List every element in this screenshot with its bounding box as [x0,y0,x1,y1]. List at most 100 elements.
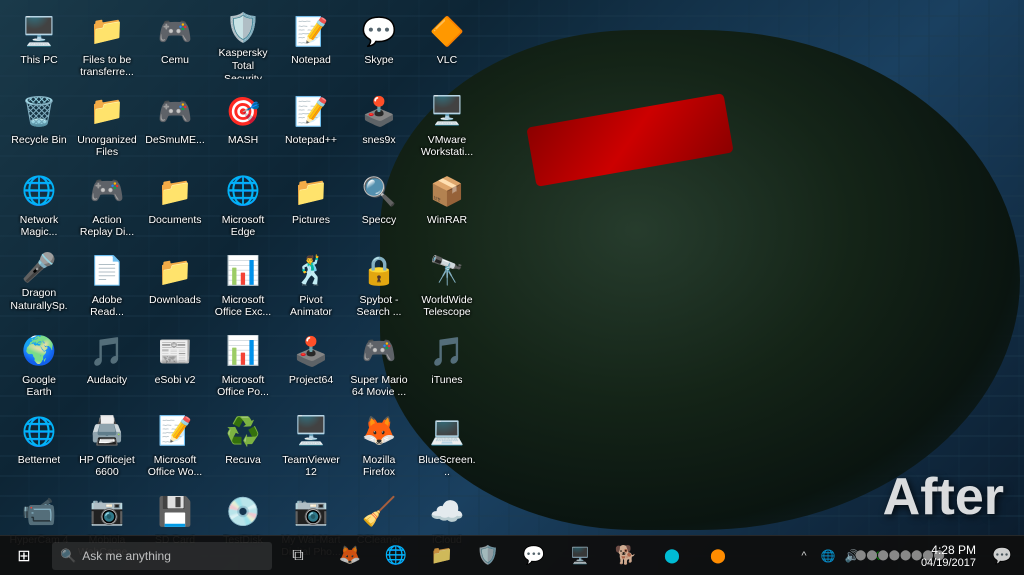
teamviewer-icon: 🖥️ [291,411,331,451]
desktop-icon-hp-officejet[interactable]: 🖨️HP Officejet 6600 [73,405,141,485]
speccy-icon: 🔍 [359,171,399,211]
desktop-icon-bluescreen[interactable]: 💻BlueScreen... [413,405,481,485]
desktop-icon-vmware[interactable]: 🖥️ VMware Workstati... [413,85,481,165]
taskbar-clock[interactable]: 4:28 PM 04/19/2017 [913,536,984,575]
desktop-icon-recuva[interactable]: ♻️Recuva [209,405,277,485]
desktop-icon-pivot-animator[interactable]: 🕺Pivot Animator [277,245,345,325]
google-earth-label: Google Earth [9,374,69,399]
taskbar-firefox[interactable]: 🦊 [328,536,372,575]
desktop-icon-speccy[interactable]: 🔍Speccy [345,165,413,245]
pictures-label: Pictures [292,214,330,227]
desktop-icon-mash[interactable]: 🎯MASH [209,85,277,165]
desktop-icon-vlc[interactable]: 🔶VLC [413,5,481,85]
network-magic-icon: 🌐 [19,171,59,211]
desktop-icon-dragon[interactable]: 🎤Dragon NaturallySp... [5,245,73,325]
desktop-icon-ms-office-wo[interactable]: 📝 Microsoft Office Wo... [141,405,209,485]
downloads-icon: 📁 [155,251,195,291]
ms-office-wo-icon: 📝 [155,411,195,451]
desktop-icon-this-pc[interactable]: 🖥️This PC [5,5,73,85]
project64-label: Project64 [289,374,333,387]
taskbar-mail[interactable]: 🐕 [604,536,648,575]
notification-center[interactable]: 💬 [986,536,1018,575]
desktop-icon-audacity[interactable]: 🎵 Audacity [73,325,141,405]
desktop-icon-project64[interactable]: 🕹️ Project64 [277,325,345,405]
taskbar: ⊞ 🔍 Ask me anything ⧉ 🦊 🌐 📁 🛡️ 💬 🖥️ 🐕 ⬤ … [0,535,1024,575]
desktop-icon-desmume[interactable]: 🎮DeSmuME... [141,85,209,165]
desktop-icon-documents[interactable]: 📁Documents [141,165,209,245]
vmware-label: VMware Workstati... [417,134,477,159]
task-view-button[interactable]: ⧉ [276,536,320,575]
desktop-icon-winrar[interactable]: 📦WinRAR [413,165,481,245]
desktop-icon-ms-office-po[interactable]: 📊Microsoft Office Po... [209,325,277,405]
desktop-icon-skype[interactable]: 💬Skype [345,5,413,85]
desktop-icon-worldwide-telescope[interactable]: 🔭WorldWide Telescope [413,245,481,325]
desktop-icon-teamviewer[interactable]: 🖥️ TeamViewer 12 [277,405,345,485]
windows-icon: ⊞ [17,546,30,566]
desktop-icons: 🖥️This PC📁Files to be transferre...🎮Cemu… [5,5,481,575]
vmware-icon: 🖥️ [427,91,467,131]
this-pc-label: This PC [20,54,57,67]
desktop-icon-super-mario[interactable]: 🎮Super Mario 64 Movie ... [345,325,413,405]
desktop-icon-recycle-bin[interactable]: 🗑️Recycle Bin [5,85,73,165]
desmume-label: DeSmuME... [145,134,205,147]
taskbar-pinned-items: 🦊 🌐 📁 🛡️ 💬 🖥️ 🐕 ⬤ ⬤ [328,536,740,575]
taskbar-teamviewer[interactable]: 🖥️ [558,536,602,575]
desktop-icon-itunes[interactable]: 🎵iTunes [413,325,481,405]
search-bar[interactable]: 🔍 Ask me anything [52,542,272,570]
desktop-icon-notepad[interactable]: 📝Notepad [277,5,345,85]
notepadpp-icon: 📝 [291,91,331,131]
desktop-icon-betternet[interactable]: 🌐Betternet [5,405,73,485]
desktop-icon-cemu[interactable]: 🎮Cemu [141,5,209,85]
ms-office-wo-label: Microsoft Office Wo... [145,454,205,479]
search-icon: 🔍 [60,548,76,564]
taskbar-extra1[interactable]: ⬤ [650,536,694,575]
adobe-read-label: Adobe Read... [77,294,137,319]
network-magic-label: Network Magic... [9,214,69,239]
downloads-label: Downloads [149,294,201,307]
ccleaner-icon: 🧹 [359,491,399,531]
taskbar-edge[interactable]: 🌐 [374,536,418,575]
desktop-icon-network-magic[interactable]: 🌐 Network Magic... [5,165,73,245]
recycle-bin-icon: 🗑️ [19,91,59,131]
tray-chevron[interactable]: ^ [793,537,815,575]
mash-label: MASH [228,134,258,147]
dragon-label: Dragon NaturallySp... [9,287,69,319]
audacity-icon: 🎵 [87,331,127,371]
desktop-icon-spybot[interactable]: 🔒Spybot - Search ... [345,245,413,325]
audacity-label: Audacity [87,374,127,387]
desktop-icon-google-earth[interactable]: 🌍Google Earth [5,325,73,405]
action-replay-label: Action Replay Di... [77,214,137,239]
taskbar-extra2[interactable]: ⬤ [696,536,740,575]
start-button[interactable]: ⊞ [0,536,48,575]
teamviewer-label: TeamViewer 12 [281,454,341,479]
project64-icon: 🕹️ [291,331,331,371]
taskbar-skype[interactable]: 💬 [512,536,556,575]
desktop-icon-microsoft-edge[interactable]: 🌐Microsoft Edge [209,165,277,245]
tray-network[interactable]: 🌐 [817,537,839,575]
desktop-icon-action-replay[interactable]: 🎮Action Replay Di... [73,165,141,245]
desktop-icon-mozilla-firefox[interactable]: 🦊Mozilla Firefox [345,405,413,485]
kaspersky-label: Kaspersky Total Security [213,47,273,79]
taskbar-explorer[interactable]: 📁 [420,536,464,575]
hp-officejet-label: HP Officejet 6600 [77,454,137,479]
my-walmart-icon: 📷 [291,491,331,531]
files-transfer-label: Files to be transferre... [77,54,137,79]
icloud-icon: ☁️ [427,491,467,531]
desktop-icon-esobi[interactable]: 📰eSobi v2 [141,325,209,405]
super-mario-icon: 🎮 [359,331,399,371]
dragon-icon: 🎤 [19,251,59,284]
vlc-label: VLC [437,54,457,67]
desktop-icon-kaspersky[interactable]: 🛡️Kaspersky Total Security [209,5,277,85]
notepad-icon: 📝 [291,11,331,51]
desktop-icon-files-transfer[interactable]: 📁Files to be transferre... [73,5,141,85]
desktop-icon-adobe-read[interactable]: 📄Adobe Read... [73,245,141,325]
desktop-icon-notepadpp[interactable]: 📝Notepad++ [277,85,345,165]
desktop-icon-snes9x[interactable]: 🕹️snes9x [345,85,413,165]
desktop-icon-unorganized-files[interactable]: 📁Unorganized Files [73,85,141,165]
desktop-icon-ms-office-exc[interactable]: 📊Microsoft Office Exc... [209,245,277,325]
tray-extra[interactable]: ⬤⬤⬤⬤⬤⬤⬤⬤ [889,537,911,575]
desktop-icon-pictures[interactable]: 📁Pictures [277,165,345,245]
desktop: 🖥️This PC📁Files to be transferre...🎮Cemu… [0,0,1024,575]
taskbar-kaspersky[interactable]: 🛡️ [466,536,510,575]
desktop-icon-downloads[interactable]: 📁 Downloads [141,245,209,325]
